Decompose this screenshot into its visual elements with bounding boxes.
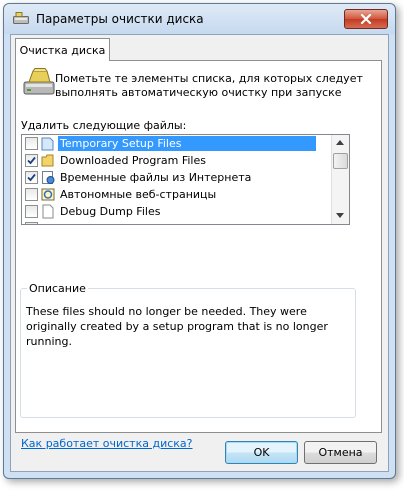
list-item-label: Автономные веб-страницы: [60, 188, 217, 201]
dialog-window: Параметры очистки диска Очистка диска По…: [3, 3, 396, 479]
folder-doc-icon: [41, 137, 54, 151]
list-item[interactable]: Автономные веб-страницы: [22, 186, 332, 203]
checkmark-icon: [27, 156, 36, 165]
list-item-label: Downloaded Program Files: [60, 154, 206, 167]
document-icon: [42, 204, 54, 219]
scroll-up-icon[interactable]: [336, 140, 344, 145]
list-item-label: Debug Dump Files: [60, 205, 161, 218]
list-item[interactable]: Downloaded Program Files: [22, 152, 332, 169]
checkmark-icon: [27, 173, 36, 182]
window-title: Параметры очистки диска: [36, 12, 204, 26]
tab-disk-cleanup[interactable]: Очистка диска: [15, 38, 110, 61]
close-icon: [360, 14, 372, 24]
folder-icon: [41, 154, 54, 167]
offline-pages-icon: [41, 188, 55, 201]
dialog-client-area: Очистка диска Пометьте те элементы списк…: [10, 34, 389, 472]
list-item[interactable]: [22, 220, 332, 224]
description-text: These files should no longer be needed. …: [26, 305, 328, 348]
description-title: Описание: [27, 282, 88, 295]
files-list-label: Удалить следующие файлы:: [21, 119, 187, 132]
files-listbox[interactable]: Temporary Setup Files Downloaded Program…: [21, 134, 350, 225]
checkbox[interactable]: [25, 222, 38, 224]
checkbox[interactable]: [25, 171, 38, 184]
disk-cleanup-icon: [23, 68, 55, 95]
tab-panel: Пометьте те элементы списка, для которых…: [15, 60, 382, 450]
list-item-label: Временные файлы из Интернета: [60, 171, 252, 184]
list-item[interactable]: Temporary Setup Files: [22, 135, 332, 152]
ok-button[interactable]: OK: [225, 441, 298, 464]
cancel-button[interactable]: Отмена: [304, 441, 377, 464]
checkbox[interactable]: [25, 205, 38, 218]
intro-text: Пометьте те элементы списка, для которых…: [55, 72, 363, 103]
list-item-label: Temporary Setup Files: [58, 136, 316, 151]
list-scrollbar[interactable]: [331, 135, 349, 224]
checkbox[interactable]: [25, 188, 38, 201]
disk-cleanup-icon: [13, 12, 29, 24]
checkbox[interactable]: [25, 154, 38, 167]
help-link[interactable]: Как работает очистка диска?: [21, 437, 193, 450]
description-group: Описание These files should no longer be…: [20, 282, 356, 418]
close-button[interactable]: [344, 9, 388, 29]
list-item[interactable]: Временные файлы из Интернета: [22, 169, 332, 186]
title-bar[interactable]: Параметры очистки диска: [4, 4, 395, 34]
checkbox[interactable]: [25, 137, 38, 150]
scroll-thumb[interactable]: [333, 153, 348, 169]
list-item[interactable]: Debug Dump Files: [22, 203, 332, 220]
scroll-down-icon[interactable]: [336, 213, 344, 218]
internet-files-icon: [42, 171, 55, 184]
